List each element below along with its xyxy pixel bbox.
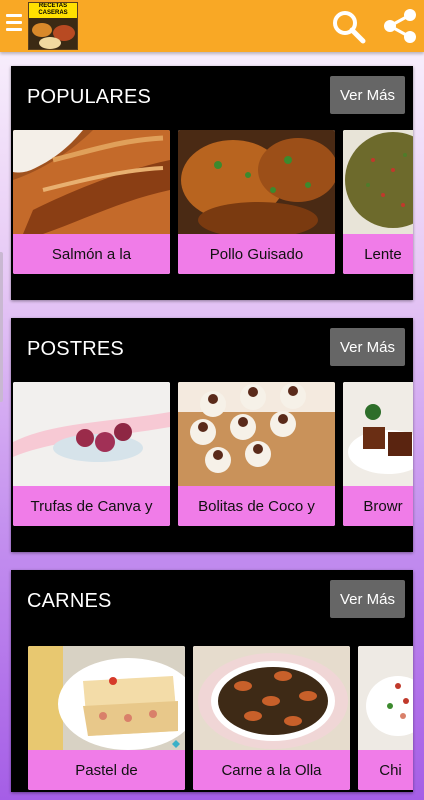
search-icon[interactable] (330, 8, 368, 46)
ver-mas-button[interactable]: Ver Más (330, 76, 405, 114)
recipe-image (28, 646, 185, 750)
recipe-card[interactable]: Chi (358, 646, 413, 790)
section-postres: POSTRES Ver Más Trufas de Canva y Bolita… (11, 318, 413, 552)
section-title: POPULARES (27, 86, 152, 108)
ver-mas-button[interactable]: Ver Más (330, 328, 405, 366)
recipe-title: Pastel de (28, 750, 185, 790)
recipe-image (358, 646, 413, 750)
section-title: CARNES (27, 590, 112, 612)
recipe-image (178, 382, 335, 486)
menu-icon[interactable] (6, 14, 22, 36)
recipe-title: Bolitas de Coco y (178, 486, 335, 526)
share-icon[interactable] (380, 6, 420, 46)
recipe-card[interactable]: Carne a la Olla (193, 646, 350, 790)
recipe-title: Carne a la Olla (193, 750, 350, 790)
recipe-image (343, 382, 413, 486)
app-bar: RECETAS CASERAS (0, 0, 424, 52)
app-logo: RECETAS CASERAS (28, 2, 78, 50)
recipe-image (343, 130, 413, 234)
section-populares: POPULARES Ver Más Salmón a la Pollo Guis… (11, 66, 413, 300)
recipe-card[interactable]: Bolitas de Coco y (178, 382, 335, 526)
recipe-image (178, 130, 335, 234)
recipe-image (13, 382, 170, 486)
recipe-title: Lente (343, 234, 413, 274)
recipe-title: Chi (358, 750, 413, 790)
ver-mas-button[interactable]: Ver Más (330, 580, 405, 618)
recipe-image (193, 646, 350, 750)
drawer-edge-handle[interactable] (0, 252, 3, 402)
recipe-card[interactable]: Lente (343, 130, 413, 274)
section-carnes: CARNES Ver Más Pastel de Carne a la Olla… (11, 570, 413, 792)
recipe-title: Browr (343, 486, 413, 526)
recipe-card[interactable]: Pollo Guisado (178, 130, 335, 274)
recipe-title: Trufas de Canva y (13, 486, 170, 526)
recipe-title: Pollo Guisado (178, 234, 335, 274)
recipe-image (13, 130, 170, 234)
section-title: POSTRES (27, 338, 124, 360)
logo-text: RECETAS CASERAS (29, 3, 77, 18)
recipe-card[interactable]: Salmón a la (13, 130, 170, 274)
recipe-card[interactable]: Pastel de (28, 646, 185, 790)
recipe-card[interactable]: Trufas de Canva y (13, 382, 170, 526)
recipe-title: Salmón a la (13, 234, 170, 274)
recipe-card[interactable]: Browr (343, 382, 413, 526)
